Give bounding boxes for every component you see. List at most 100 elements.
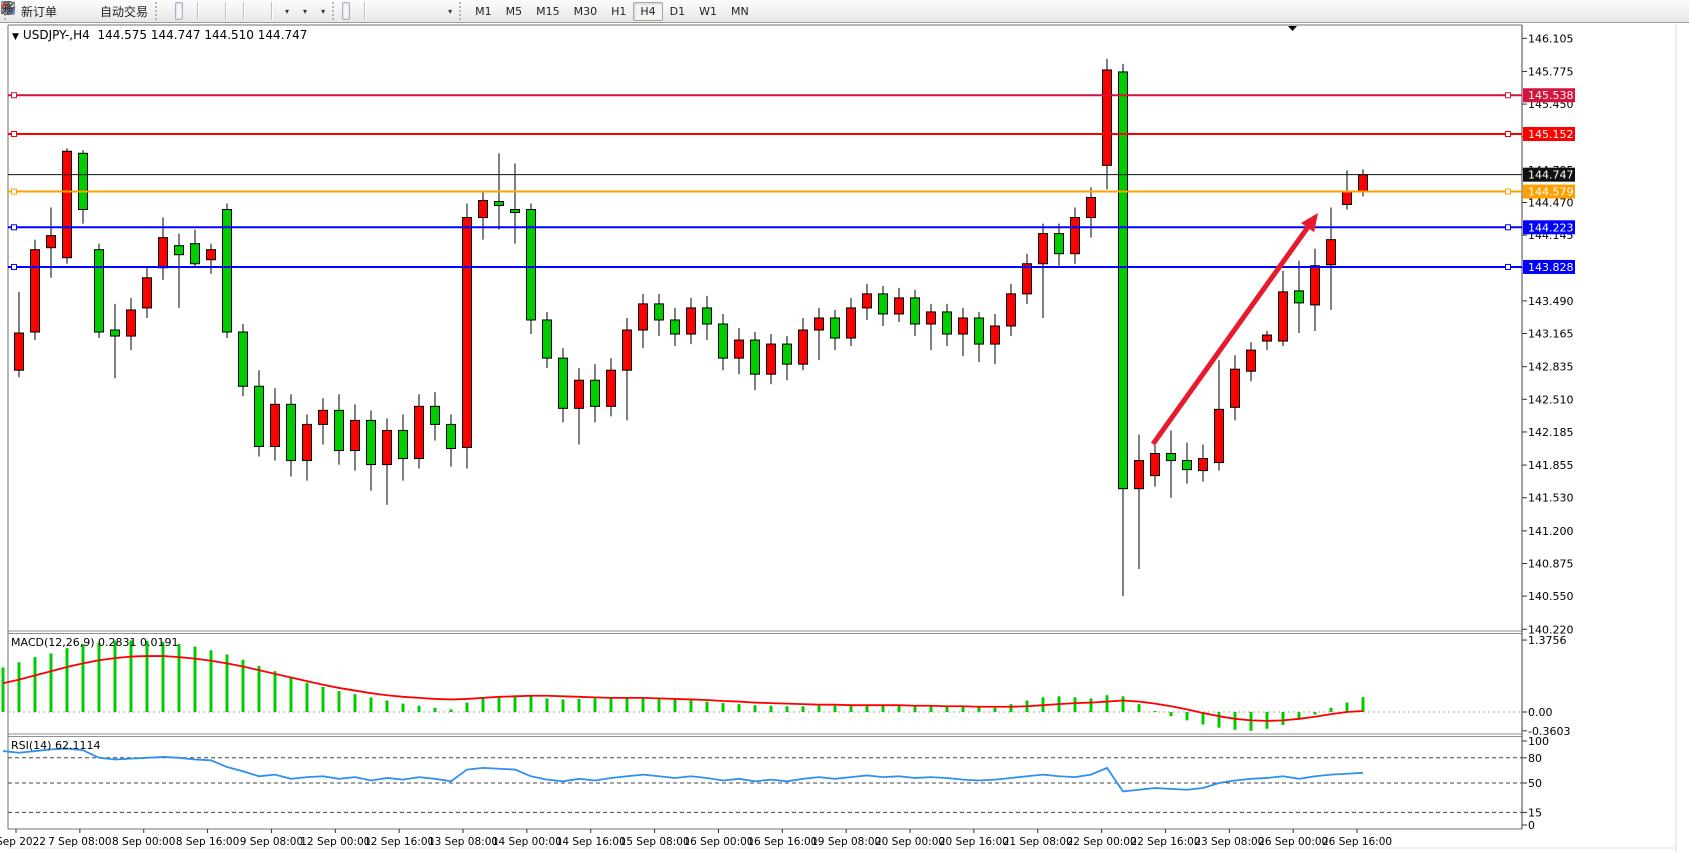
line-handle[interactable] bbox=[1506, 132, 1511, 137]
candle-bullish bbox=[927, 312, 936, 324]
line-chart-button[interactable] bbox=[185, 2, 193, 20]
cursor-button[interactable] bbox=[342, 2, 350, 20]
templates-button[interactable]: ▾ bbox=[313, 2, 329, 20]
timeframe-d1-button[interactable]: D1 bbox=[663, 2, 692, 21]
time-axis-label: 23 Sep 08:00 bbox=[1194, 836, 1264, 848]
candle-bearish bbox=[239, 332, 248, 386]
auto-scroll-button[interactable] bbox=[259, 2, 267, 20]
timeframe-m30-button[interactable]: M30 bbox=[567, 2, 605, 21]
time-axis-label: 12 Sep 16:00 bbox=[364, 836, 434, 848]
community-button[interactable] bbox=[73, 2, 81, 20]
candle-bearish bbox=[191, 244, 200, 264]
time-axis-label: 16 Sep 16:00 bbox=[747, 836, 817, 848]
chevron-down-icon: ▾ bbox=[448, 7, 452, 16]
candle-bullish bbox=[303, 424, 312, 460]
line-handle[interactable] bbox=[12, 93, 17, 98]
timeframe-m1-button[interactable]: M1 bbox=[468, 2, 499, 21]
line-handle[interactable] bbox=[12, 264, 17, 269]
timeframe-w1-button[interactable]: W1 bbox=[692, 2, 724, 21]
auto-trading-button[interactable]: 自动交易 bbox=[93, 2, 152, 20]
crosshair-button[interactable] bbox=[352, 2, 360, 20]
candle-bullish bbox=[463, 218, 472, 448]
new-order-button[interactable]: 新订单 bbox=[14, 2, 61, 20]
line-handle[interactable] bbox=[1506, 93, 1511, 98]
candle-bullish bbox=[863, 294, 872, 308]
rsi-indicator-label: RSI(14) 62.1114 bbox=[11, 739, 100, 752]
toolbar-separator bbox=[364, 2, 366, 20]
time-axis-label: 22 Sep 16:00 bbox=[1130, 836, 1200, 848]
rsi-axis-label: 0 bbox=[1528, 819, 1535, 832]
periods-button[interactable]: ▾ bbox=[295, 2, 311, 20]
candle-bullish bbox=[1007, 294, 1016, 326]
fibonacci-button[interactable]: F bbox=[410, 2, 418, 20]
time-axis-label: 26 Sep 00:00 bbox=[1258, 836, 1328, 848]
candle-bullish bbox=[575, 380, 584, 408]
time-axis-label: 22 Sep 00:00 bbox=[1067, 836, 1137, 848]
time-axis-label: 20 Sep 00:00 bbox=[875, 836, 945, 848]
candle-bullish bbox=[687, 308, 696, 334]
line-handle[interactable] bbox=[1506, 225, 1511, 230]
arrows-button[interactable]: ▾ bbox=[440, 2, 456, 20]
chart-canvas[interactable]: 146.105145.775145.450145.125144.795144.4… bbox=[0, 0, 1689, 852]
line-handle[interactable] bbox=[1506, 189, 1511, 194]
rsi-axis-label: 80 bbox=[1528, 752, 1542, 765]
candle-bullish bbox=[1103, 70, 1112, 165]
candle-chart-button[interactable] bbox=[175, 2, 183, 20]
trend-line-button[interactable] bbox=[390, 2, 398, 20]
candle-bearish bbox=[79, 153, 88, 209]
horizontal-line-button[interactable] bbox=[380, 2, 388, 20]
candle-bullish bbox=[127, 310, 136, 336]
macd-axis-label: 1.3756 bbox=[1528, 634, 1567, 647]
timeframe-m15-button[interactable]: M15 bbox=[529, 2, 567, 21]
text-button[interactable]: A bbox=[420, 2, 428, 20]
candle-bullish bbox=[63, 151, 72, 257]
main-chart-pane bbox=[8, 25, 1522, 631]
candle-bearish bbox=[591, 380, 600, 406]
candle-bearish bbox=[879, 294, 888, 314]
line-handle[interactable] bbox=[12, 132, 17, 137]
candle-bullish bbox=[895, 298, 904, 314]
timeframe-m5-button[interactable]: M5 bbox=[499, 2, 530, 21]
candle-bearish bbox=[367, 420, 376, 464]
signals-button[interactable] bbox=[83, 2, 91, 20]
toolbar-grip bbox=[332, 2, 337, 20]
candle-bearish bbox=[447, 424, 456, 448]
candle-bullish bbox=[847, 308, 856, 338]
candle-bullish bbox=[15, 333, 24, 370]
time-axis-label: 14 Sep 16:00 bbox=[556, 836, 626, 848]
deposit-button[interactable] bbox=[63, 2, 71, 20]
timeframe-h1-button[interactable]: H1 bbox=[604, 2, 633, 21]
text-label-button[interactable]: T bbox=[430, 2, 438, 20]
candle-bullish bbox=[351, 420, 360, 450]
candle-bearish bbox=[703, 308, 712, 324]
candle-bullish bbox=[271, 404, 280, 446]
bid-price-badge-label: 144.747 bbox=[1528, 169, 1574, 182]
candle-bearish bbox=[111, 330, 120, 336]
indicators-button[interactable]: ▾ bbox=[277, 2, 293, 20]
candle-bullish bbox=[1199, 459, 1208, 471]
collapse-triangle-icon[interactable]: ▼ bbox=[12, 32, 19, 42]
line-handle[interactable] bbox=[12, 189, 17, 194]
vertical-line-button[interactable] bbox=[370, 2, 378, 20]
toolbar-separator bbox=[225, 2, 227, 20]
toolbar: 新订单自动交易▾▾▾EFAT▾M1M5M15M30H1H4D1W1MN bbox=[0, 0, 1689, 23]
candle-bullish bbox=[815, 318, 824, 330]
chart-shift-button[interactable] bbox=[249, 2, 257, 20]
trading-terminal-window: { "toolbar": { "groups": [ {"grip": true… bbox=[0, 0, 1689, 852]
time-axis-label: 21 Sep 08:00 bbox=[1003, 836, 1073, 848]
candle-bearish bbox=[655, 304, 664, 320]
zoom-out-button[interactable] bbox=[213, 2, 221, 20]
candle-bearish bbox=[287, 404, 296, 460]
candle-bullish bbox=[383, 430, 392, 464]
candle-bearish bbox=[671, 320, 680, 334]
timeframe-h4-button[interactable]: H4 bbox=[633, 2, 662, 21]
tile-windows-button[interactable] bbox=[231, 2, 239, 20]
zoom-in-button[interactable] bbox=[203, 2, 211, 20]
time-axis-label: 15 Sep 08:00 bbox=[620, 836, 690, 848]
line-handle[interactable] bbox=[1506, 264, 1511, 269]
equidistant-channel-button[interactable]: E bbox=[400, 2, 408, 20]
price-badge-label: 144.579 bbox=[1528, 186, 1574, 199]
bar-chart-button[interactable] bbox=[165, 2, 173, 20]
line-handle[interactable] bbox=[12, 225, 17, 230]
timeframe-mn-button[interactable]: MN bbox=[724, 2, 756, 21]
